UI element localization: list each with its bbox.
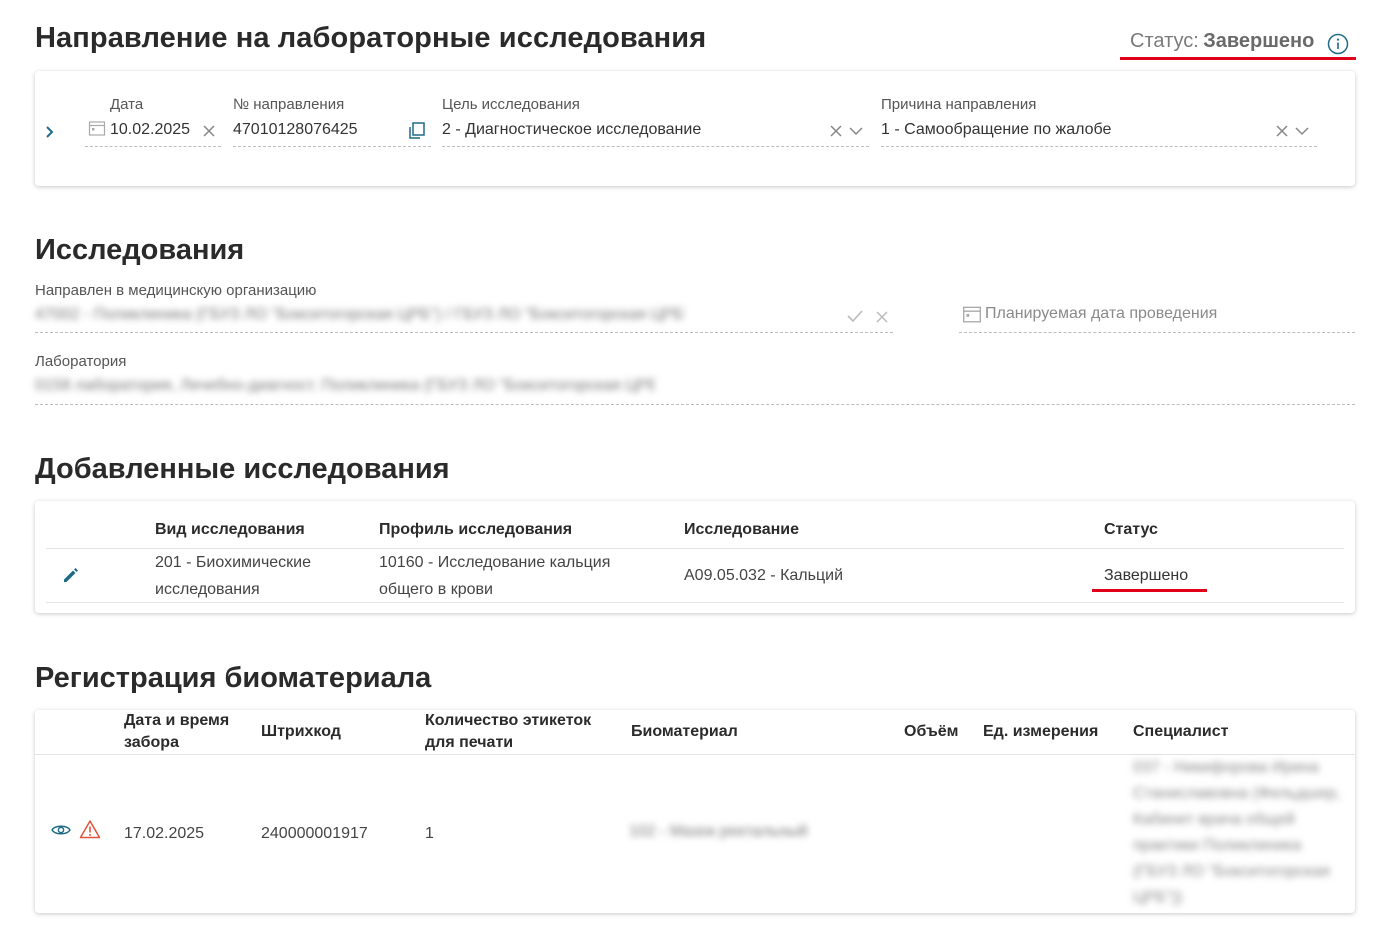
warning-icon[interactable]	[79, 819, 101, 839]
lab-select[interactable]: 0158 лаборатория, Лечебно-диагност. Поли…	[35, 377, 655, 395]
date-field-underline	[85, 146, 221, 147]
number-field-underline	[233, 146, 431, 147]
page-title: Направление на лабораторные исследования	[35, 22, 707, 54]
column-header-material: Биоматериал	[631, 723, 738, 740]
purpose-label: Цель исследования	[442, 96, 580, 113]
reason-field-underline	[881, 146, 1317, 147]
org-label: Направлен в медицинскую организацию	[35, 282, 317, 299]
copy-icon[interactable]	[407, 121, 427, 141]
clear-reason-icon[interactable]	[1275, 124, 1289, 138]
lab-field-underline	[35, 404, 1355, 405]
column-header-specialist: Специалист	[1133, 723, 1229, 740]
lab-label: Лаборатория	[35, 353, 127, 370]
column-header-profile: Профиль исследования	[379, 521, 573, 538]
cell-study: A09.05.032 - Кальций	[684, 567, 843, 584]
column-header-status: Статус	[1104, 521, 1158, 538]
date-label: Дата	[110, 96, 144, 113]
column-header-barcode: Штрихкод	[261, 723, 341, 740]
studies-title: Исследования	[35, 234, 245, 266]
planned-date-input[interactable]: Планируемая дата проведения	[985, 305, 1217, 323]
cell-date: 17.02.2025	[124, 825, 205, 842]
number-label: № направления	[233, 96, 345, 113]
column-header-type: Вид исследования	[155, 521, 305, 538]
edit-pencil-icon[interactable]	[61, 565, 81, 585]
cell-status: Завершено	[1104, 567, 1189, 584]
biomaterial-title: Регистрация биоматериала	[35, 662, 432, 694]
column-header-volume: Объём	[904, 723, 959, 740]
column-header-date: Дата и время забора	[124, 712, 230, 751]
reason-chevron-down-icon[interactable]	[1294, 125, 1310, 137]
status-highlight-underline	[1120, 57, 1356, 60]
planned-date-calendar-icon[interactable]	[962, 304, 982, 324]
purpose-chevron-down-icon[interactable]	[848, 125, 864, 137]
status-value: Завершено	[1203, 30, 1315, 52]
reason-label: Причина направления	[881, 96, 1037, 113]
cell-barcode: 240000001917	[261, 825, 368, 842]
info-icon[interactable]	[1327, 33, 1349, 55]
purpose-select[interactable]: 2 - Диагностическое исследование	[442, 121, 701, 139]
row-divider	[46, 602, 1344, 603]
cell-specialist: 037 - Никифорова Ирина Станиславовна (Фе…	[1133, 759, 1341, 906]
status-indicator: Статус: Завершено	[1130, 30, 1314, 53]
added-studies-table: Вид исследования Профиль исследования Ис…	[35, 501, 1355, 613]
biomaterial-table: Дата и время забора Штрихкод Количество …	[35, 710, 1355, 913]
status-label: Статус:	[1130, 30, 1199, 52]
column-header-label-count: Количество этикеток для печати	[425, 712, 592, 751]
number-input[interactable]: 47010128076425	[233, 121, 358, 139]
table-row[interactable]: 201 - Биохимические исследования 10160 -…	[35, 549, 1355, 602]
row-status-highlight-underline	[1092, 589, 1207, 592]
clear-org-icon[interactable]	[875, 310, 889, 324]
added-studies-title: Добавленные исследования	[35, 453, 450, 485]
cell-material: 102 - Мазок ректальный	[629, 823, 808, 840]
org-field-underline	[35, 332, 893, 333]
org-check-icon[interactable]	[846, 309, 864, 323]
date-input[interactable]: 10.02.2025	[110, 121, 190, 139]
expand-chevron-icon[interactable]	[44, 124, 56, 140]
cell-type: 201 - Биохимические исследования	[155, 554, 312, 598]
clear-date-icon[interactable]	[202, 124, 216, 138]
column-header-unit: Ед. измерения	[983, 723, 1099, 740]
view-eye-icon[interactable]	[51, 823, 71, 837]
clear-purpose-icon[interactable]	[829, 124, 843, 138]
purpose-field-underline	[442, 146, 869, 147]
org-select[interactable]: 47002 - Поликлиника (ГБУЗ ЛО "Бокситогор…	[35, 306, 685, 324]
table-row[interactable]: 17.02.2025 240000001917 1 102 - Мазок ре…	[35, 755, 1355, 913]
column-header-study: Исследование	[684, 521, 799, 538]
calendar-icon[interactable]	[88, 119, 106, 137]
cell-label-count: 1	[425, 825, 434, 842]
reason-select[interactable]: 1 - Самообращение по жалобе	[881, 121, 1111, 139]
cell-profile: 10160 - Исследование кальция общего в кр…	[379, 554, 611, 598]
planned-date-underline	[959, 332, 1355, 333]
